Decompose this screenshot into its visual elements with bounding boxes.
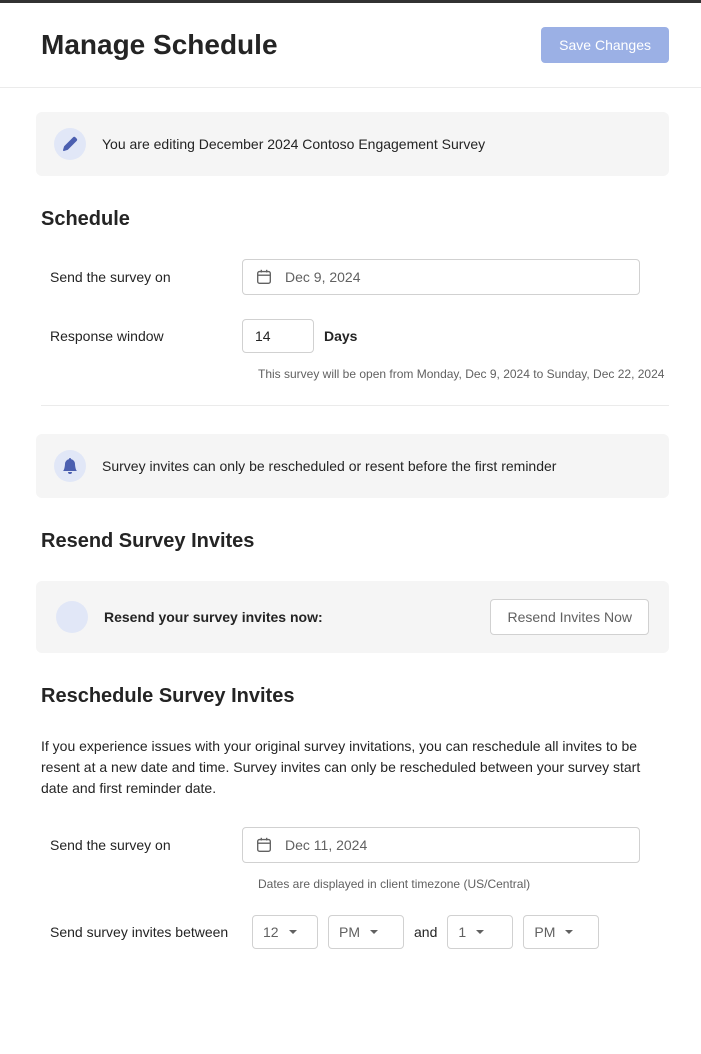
save-changes-button[interactable]: Save Changes <box>541 27 669 63</box>
resend-box-label: Resend your survey invites now: <box>104 609 474 625</box>
chevron-down-icon <box>368 926 380 938</box>
resend-section-title: Resend Survey Invites <box>36 530 669 553</box>
resend-invites-box: Resend your survey invites now: Resend I… <box>36 581 669 653</box>
time-range-label: Send survey invites between <box>50 924 242 940</box>
to-ampm-select[interactable]: PM <box>523 915 599 949</box>
from-hour-value: 12 <box>263 924 279 940</box>
timezone-help: Dates are displayed in client timezone (… <box>258 877 669 891</box>
send-date-label: Send the survey on <box>50 269 242 285</box>
reminder-banner: Survey invites can only be rescheduled o… <box>36 434 669 498</box>
to-hour-value: 1 <box>458 924 466 940</box>
pencil-icon <box>54 128 86 160</box>
reschedule-date-value: Dec 11, 2024 <box>285 837 367 853</box>
schedule-section-title: Schedule <box>36 208 669 231</box>
response-days-input[interactable] <box>242 319 314 353</box>
to-hour-select[interactable]: 1 <box>447 915 513 949</box>
from-ampm-select[interactable]: PM <box>328 915 404 949</box>
page-title: Manage Schedule <box>41 29 278 61</box>
response-window-help: This survey will be open from Monday, De… <box>258 367 669 381</box>
send-date-value: Dec 9, 2024 <box>285 269 361 285</box>
reminder-banner-text: Survey invites can only be rescheduled o… <box>102 458 556 474</box>
from-hour-select[interactable]: 12 <box>252 915 318 949</box>
calendar-icon <box>255 268 273 286</box>
send-date-row: Send the survey on Dec 9, 2024 <box>36 259 669 295</box>
resend-icon-placeholder <box>56 601 88 633</box>
reschedule-date-input[interactable]: Dec 11, 2024 <box>242 827 640 863</box>
reschedule-date-row: Send the survey on Dec 11, 2024 <box>36 827 669 863</box>
bell-icon <box>54 450 86 482</box>
reschedule-date-label: Send the survey on <box>50 837 242 853</box>
time-range-row: Send survey invites between 12 PM and 1 … <box>36 915 669 949</box>
days-label: Days <box>324 328 357 344</box>
chevron-down-icon <box>287 926 299 938</box>
resend-invites-button[interactable]: Resend Invites Now <box>490 599 649 635</box>
calendar-icon <box>255 836 273 854</box>
and-text: and <box>414 924 437 940</box>
section-divider <box>41 405 669 406</box>
page-header: Manage Schedule Save Changes <box>0 3 701 88</box>
editing-banner: You are editing December 2024 Contoso En… <box>36 112 669 176</box>
from-ampm-value: PM <box>339 924 360 940</box>
response-window-row: Response window Days <box>36 319 669 353</box>
send-date-input[interactable]: Dec 9, 2024 <box>242 259 640 295</box>
reschedule-description: If you experience issues with your origi… <box>36 736 669 799</box>
chevron-down-icon <box>563 926 575 938</box>
reschedule-section-title: Reschedule Survey Invites <box>36 685 669 708</box>
editing-banner-text: You are editing December 2024 Contoso En… <box>102 136 485 152</box>
chevron-down-icon <box>474 926 486 938</box>
main-content: You are editing December 2024 Contoso En… <box>0 88 701 973</box>
to-ampm-value: PM <box>534 924 555 940</box>
response-window-label: Response window <box>50 328 242 344</box>
